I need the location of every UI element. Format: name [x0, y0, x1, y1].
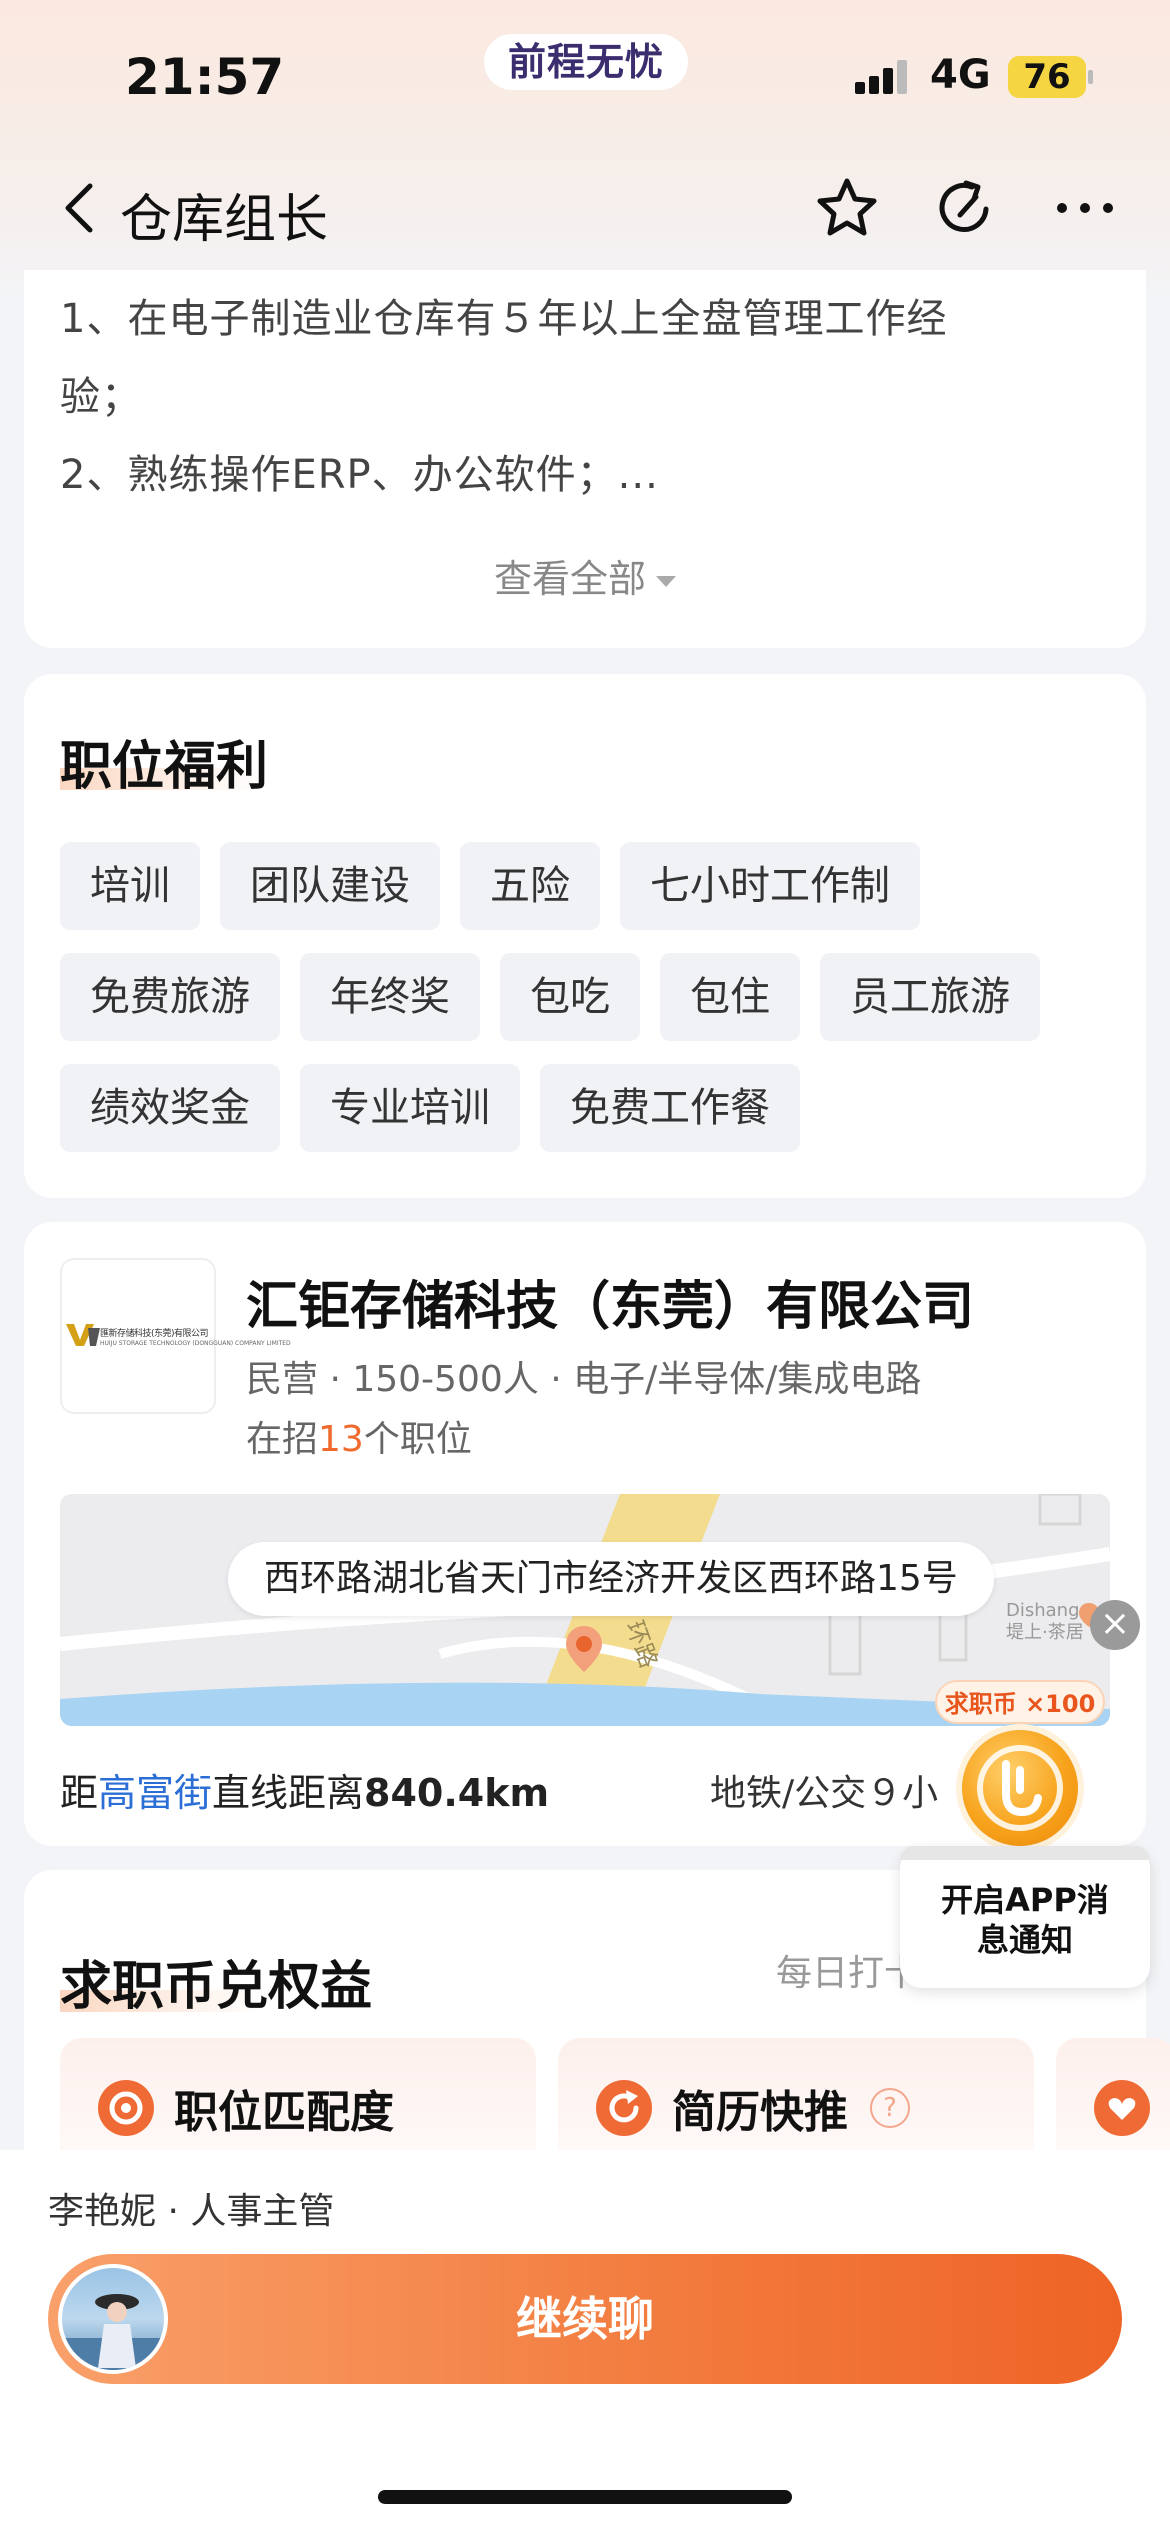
- benefit-item-label: 简历快推: [672, 2087, 848, 2138]
- battery-tip: [1088, 70, 1093, 84]
- distance-value: 840.4km: [364, 1771, 550, 1815]
- jobs-suffix: 个职位: [363, 1419, 472, 1460]
- benefit-tag: 专业培训: [300, 1064, 520, 1152]
- company-logo-mark: [66, 1324, 100, 1346]
- battery-icon: 76: [1008, 56, 1086, 98]
- notif-box-top: [900, 1846, 1150, 1860]
- map-poi-label: Dishang 堤上·茶居: [1006, 1600, 1084, 1644]
- share-icon[interactable]: [930, 173, 1000, 243]
- benefit-item-label: 职位匹配度: [174, 2087, 394, 2138]
- status-bar: 21:57 前程无忧 4G 76: [0, 0, 1170, 150]
- description-line: 验；: [60, 374, 142, 420]
- caret-down-icon: [656, 576, 676, 587]
- view-all-label: 查看全部: [493, 557, 646, 601]
- benefit-tag: 免费工作餐: [540, 1064, 800, 1152]
- poi-cn: 堤上·茶居: [1006, 1622, 1084, 1643]
- address-pill: 西环路湖北省天门市经济开发区西环路15号: [228, 1542, 994, 1616]
- coin-hand-icon[interactable]: [956, 1724, 1084, 1852]
- company-name[interactable]: 汇钜存储科技（东莞）有限公司: [246, 1264, 974, 1339]
- benefit-tag: 绩效奖金: [60, 1064, 280, 1152]
- distance-place-link[interactable]: 高富街: [98, 1771, 212, 1815]
- jobs-count: 13: [318, 1419, 364, 1460]
- section-title: 求职币兑权益: [60, 1957, 373, 2017]
- app-brand-pill: 前程无忧: [484, 34, 688, 90]
- hand-icon: [977, 1745, 1063, 1831]
- close-icon[interactable]: ×: [1090, 1600, 1140, 1650]
- company-meta: 民营 · 150-500人 · 电子/半导体/集成电路: [246, 1359, 922, 1400]
- benefit-tag: 员工旅游: [820, 953, 1040, 1041]
- benefit-tag: 团队建设: [220, 842, 440, 930]
- section-title: 职位福利: [60, 737, 269, 797]
- page-title: 仓库组长: [120, 190, 329, 250]
- logo-text: 匯新存储科技(东莞)有限公司: [100, 1329, 209, 1339]
- refresh-icon: [596, 2080, 652, 2136]
- benefits-card: 职位福利 培训 团队建设 五险 七小时工作制 免费旅游 年终奖 包吃 包住 员工…: [24, 674, 1146, 1198]
- tag-row: 培训 团队建设 五险 七小时工作制: [60, 842, 1120, 930]
- back-icon[interactable]: [60, 180, 100, 236]
- benefit-tag: 包吃: [500, 953, 640, 1041]
- logo-subtext: HUIJU STORAGE TECHNOLOGY (DONGGUAN) COMP…: [100, 1340, 291, 1347]
- company-open-jobs[interactable]: 在招13个职位: [246, 1410, 472, 1462]
- daily-checkin-link[interactable]: 每日打卡: [776, 1944, 920, 1996]
- view-all-button[interactable]: 查看全部: [24, 548, 1146, 603]
- network-label: 4G: [930, 52, 991, 98]
- status-time: 21:57: [125, 48, 285, 106]
- benefit-tags: 培训 团队建设 五险 七小时工作制 免费旅游 年终奖 包吃 包住 员工旅游 绩效…: [60, 842, 1120, 1175]
- benefit-tag: 培训: [60, 842, 200, 930]
- tag-row: 绩效奖金 专业培训 免费工作餐: [60, 1064, 1120, 1152]
- distance-middle: 直线距离: [212, 1771, 365, 1815]
- favorite-star-icon[interactable]: [812, 173, 882, 243]
- distance-info: 距高富街直线距离840.4km: [60, 1762, 549, 1817]
- recruiter-info: 李艳妮 · 人事主管: [48, 2191, 335, 2232]
- target-icon: [98, 2080, 154, 2136]
- benefit-tag: 五险: [460, 842, 600, 930]
- enable-notification-label: 开启APP消 息通知: [900, 1880, 1150, 1960]
- floating-coin-widget[interactable]: 求职币 ×100 开启APP消 息通知: [900, 1680, 1150, 2000]
- poi-en: Dishang: [1006, 1600, 1080, 1621]
- coin-reward-badge: 求职币 ×100: [935, 1680, 1105, 1724]
- notify-line-2: 息通知: [976, 1921, 1073, 1959]
- help-icon[interactable]: ?: [870, 2088, 910, 2128]
- map-pin-icon: [566, 1626, 602, 1672]
- continue-chat-button[interactable]: 继续聊: [48, 2254, 1122, 2384]
- heart-icon: [1094, 2080, 1150, 2136]
- bottom-action-bar: 李艳妮 · 人事主管 继续聊: [0, 2150, 1170, 2532]
- distance-prefix: 距: [60, 1771, 99, 1815]
- company-logo: 匯新存储科技(东莞)有限公司 HUIJU STORAGE TECHNOLOGY …: [60, 1258, 291, 1414]
- description-line: 1、在电子制造业仓库有５年以上全盘管理工作经: [60, 296, 948, 342]
- tag-row: 免费旅游 年终奖 包吃 包住 员工旅游: [60, 953, 1120, 1041]
- job-description-card: 1、在电子制造业仓库有５年以上全盘管理工作经 验； 2、熟练操作ERP、办公软件…: [24, 270, 1146, 648]
- jobs-prefix: 在招: [246, 1419, 319, 1460]
- notify-line-1: 开启APP消: [941, 1881, 1109, 1919]
- home-indicator: [378, 2490, 792, 2504]
- continue-chat-label: 继续聊: [516, 2292, 654, 2346]
- description-line: 2、熟练操作ERP、办公软件；...: [60, 452, 659, 498]
- signal-icon: [855, 60, 911, 94]
- benefit-tag: 包住: [660, 953, 800, 1041]
- benefit-tag: 年终奖: [300, 953, 480, 1041]
- enable-notification-box[interactable]: 开启APP消 息通知: [900, 1846, 1150, 1988]
- more-icon[interactable]: [1050, 173, 1120, 243]
- benefit-tag: 七小时工作制: [620, 842, 920, 930]
- benefit-tag: 免费旅游: [60, 953, 280, 1041]
